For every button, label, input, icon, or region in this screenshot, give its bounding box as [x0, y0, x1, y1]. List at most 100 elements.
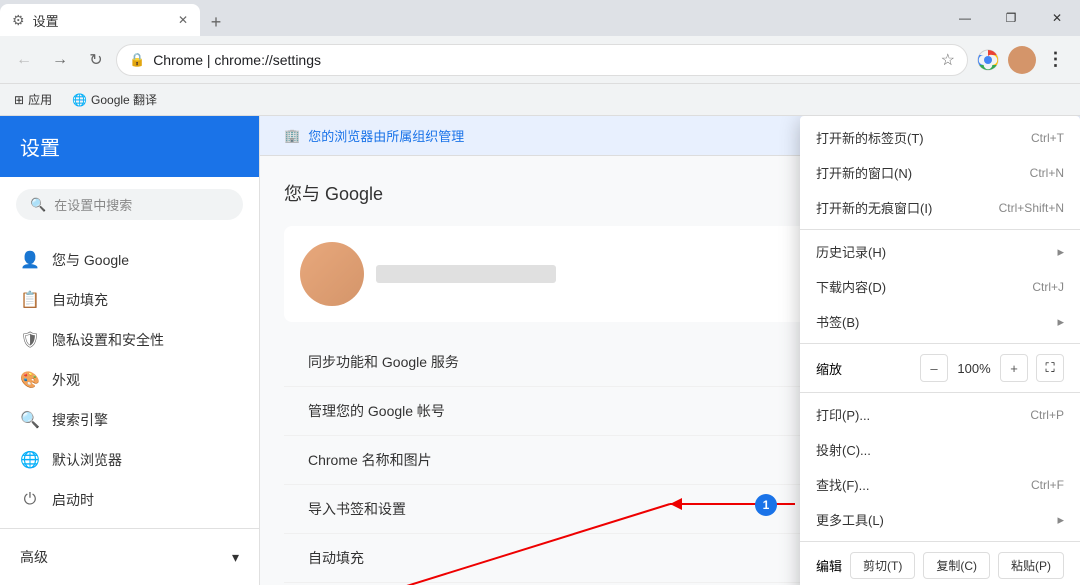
profile-name-placeholder [376, 265, 556, 283]
bookmark-translate[interactable]: 🌐 Google 翻译 [66, 89, 163, 110]
cm-history-label: 历史记录(H) [816, 242, 886, 261]
cm-zoom-fullscreen-button[interactable]: ⛶ [1036, 354, 1064, 382]
bookmark-star-icon[interactable]: ☆ [941, 50, 955, 70]
bookmark-apps[interactable]: ⊞ 应用 [8, 89, 58, 110]
cm-new-tab-label: 打开新的标签页(T) [816, 128, 924, 147]
person-icon: 👤 [20, 250, 40, 270]
search-engine-icon: 🔍 [20, 410, 40, 430]
advanced-label: 高级 [20, 547, 48, 567]
managed-building-icon: 🏢 [284, 128, 300, 144]
sidebar-item-you-google[interactable]: 👤 您与 Google [0, 240, 259, 280]
sidebar-header: 设置 [0, 116, 259, 177]
address-text: Chrome | chrome://settings [153, 52, 932, 68]
cm-print[interactable]: 打印(P)... Ctrl+P [800, 397, 1080, 432]
apps-grid-icon: ⊞ [14, 93, 24, 107]
cm-paste-button[interactable]: 粘贴(P) [998, 552, 1064, 579]
search-box[interactable]: 🔍 在设置中搜索 [16, 189, 243, 220]
sidebar-divider [0, 528, 259, 529]
cm-new-window-label: 打开新的窗口(N) [816, 163, 912, 182]
cm-divider-2 [800, 343, 1080, 344]
forward-button[interactable]: → [44, 44, 76, 76]
minimize-button[interactable]: — [942, 0, 988, 36]
cm-incognito-label: 打开新的无痕窗口(I) [816, 198, 932, 217]
cm-find-label: 查找(F)... [816, 475, 869, 494]
cm-new-tab-shortcut: Ctrl+T [1031, 131, 1064, 145]
cm-bookmarks-arrow: ▸ [1057, 314, 1064, 330]
back-button[interactable]: ← [8, 44, 40, 76]
menu-dots-icon: ⋮ [1047, 49, 1066, 70]
close-button[interactable]: ✕ [1034, 0, 1080, 36]
sidebar-item-search[interactable]: 🔍 搜索引擎 [0, 400, 259, 440]
search-placeholder: 在设置中搜索 [54, 195, 132, 214]
palette-icon: 🎨 [20, 370, 40, 390]
sidebar-label-appearance: 外观 [52, 370, 80, 390]
sidebar-item-startup[interactable]: ⏻ 启动时 [0, 480, 259, 520]
chevron-down-icon: ▾ [232, 549, 239, 566]
cm-history[interactable]: 历史记录(H) ▸ [800, 234, 1080, 269]
context-menu: 打开新的标签页(T) Ctrl+T 打开新的窗口(N) Ctrl+N 打开新的无… [800, 116, 1080, 585]
cm-incognito-shortcut: Ctrl+Shift+N [999, 201, 1064, 215]
active-tab[interactable]: ⚙ 设置 ✕ [0, 4, 200, 36]
sidebar-label-startup: 启动时 [52, 490, 94, 510]
chrome-apps-button[interactable] [972, 44, 1004, 76]
cm-print-label: 打印(P)... [816, 405, 870, 424]
cm-bookmarks-label: 书签(B) [816, 312, 859, 331]
cm-incognito[interactable]: 打开新的无痕窗口(I) Ctrl+Shift+N [800, 190, 1080, 225]
tab-bar: ⚙ 设置 ✕ + — ❐ ✕ [0, 0, 1080, 36]
badge-1: 1 [755, 494, 777, 516]
main-content: 设置 🔍 在设置中搜索 👤 您与 Google 📋 自动填充 🛡 [0, 116, 1080, 585]
translate-label: Google 翻译 [91, 91, 157, 108]
settings-sidebar: 设置 🔍 在设置中搜索 👤 您与 Google 📋 自动填充 🛡 [0, 116, 260, 585]
cm-new-tab[interactable]: 打开新的标签页(T) Ctrl+T [800, 120, 1080, 155]
cm-edit-row: 编辑 剪切(T) 复制(C) 粘贴(P) [800, 546, 1080, 585]
sidebar-label-privacy: 隐私设置和安全性 [52, 330, 164, 350]
cm-downloads[interactable]: 下载内容(D) Ctrl+J [800, 269, 1080, 304]
power-icon: ⏻ [20, 490, 40, 510]
cm-bookmarks[interactable]: 书签(B) ▸ [800, 304, 1080, 339]
shield-icon: 🛡 [20, 330, 40, 350]
apps-label: 应用 [28, 91, 52, 108]
google-translate-icon: 🌐 [72, 93, 87, 107]
cm-cast-label: 投射(C)... [816, 440, 871, 459]
cm-history-arrow: ▸ [1057, 244, 1064, 260]
cm-zoom-plus-button[interactable]: + [1000, 354, 1028, 382]
tab-close-button[interactable]: ✕ [178, 13, 188, 27]
cm-print-shortcut: Ctrl+P [1030, 408, 1064, 422]
sidebar-item-autofill[interactable]: 📋 自动填充 [0, 280, 259, 320]
cm-zoom-buttons: – 100% + ⛶ [920, 354, 1064, 382]
sidebar-search-container: 🔍 在设置中搜索 [0, 177, 259, 232]
address-lock-icon: 🔒 [129, 52, 145, 68]
cm-divider-1 [800, 229, 1080, 230]
address-right-icons: ☆ [941, 50, 955, 70]
profile-image [300, 242, 364, 306]
reload-button[interactable]: ↻ [80, 44, 112, 76]
sidebar-navigation: 👤 您与 Google 📋 自动填充 🛡 隐私设置和安全性 🎨 外观 🔍 [0, 232, 259, 585]
tab-settings-icon: ⚙ [12, 12, 25, 29]
cm-zoom-control: 缩放 – 100% + ⛶ [800, 348, 1080, 388]
cm-zoom-label: 缩放 [816, 359, 842, 378]
cm-new-window-shortcut: Ctrl+N [1030, 166, 1064, 180]
sidebar-item-privacy[interactable]: 🛡 隐私设置和安全性 [0, 320, 259, 360]
window-controls: — ❐ ✕ [942, 0, 1080, 36]
cm-cast[interactable]: 投射(C)... [800, 432, 1080, 467]
sidebar-label-autofill: 自动填充 [52, 290, 108, 310]
menu-button[interactable]: ⋮ [1040, 44, 1072, 76]
cm-more-tools[interactable]: 更多工具(L) ▸ [800, 502, 1080, 537]
cm-copy-button[interactable]: 复制(C) [923, 552, 990, 579]
sidebar-item-appearance[interactable]: 🎨 外观 [0, 360, 259, 400]
profile-avatar[interactable] [1008, 46, 1036, 74]
sidebar-item-advanced[interactable]: 高级 ▾ [0, 537, 259, 577]
cm-more-tools-label: 更多工具(L) [816, 510, 884, 529]
cm-new-window[interactable]: 打开新的窗口(N) Ctrl+N [800, 155, 1080, 190]
cm-downloads-shortcut: Ctrl+J [1032, 280, 1064, 294]
cm-zoom-minus-button[interactable]: – [920, 354, 948, 382]
cm-divider-3 [800, 392, 1080, 393]
cm-cut-button[interactable]: 剪切(T) [850, 552, 915, 579]
sidebar-item-default-browser[interactable]: 🌐 默认浏览器 [0, 440, 259, 480]
cm-find[interactable]: 查找(F)... Ctrl+F [800, 467, 1080, 502]
navigation-bar: ← → ↻ 🔒 Chrome | chrome://settings ☆ [0, 36, 1080, 84]
new-tab-button[interactable]: + [200, 8, 232, 36]
address-bar[interactable]: 🔒 Chrome | chrome://settings ☆ [116, 44, 968, 76]
restore-button[interactable]: ❐ [988, 0, 1034, 36]
nav-right-buttons: ⋮ [972, 44, 1072, 76]
